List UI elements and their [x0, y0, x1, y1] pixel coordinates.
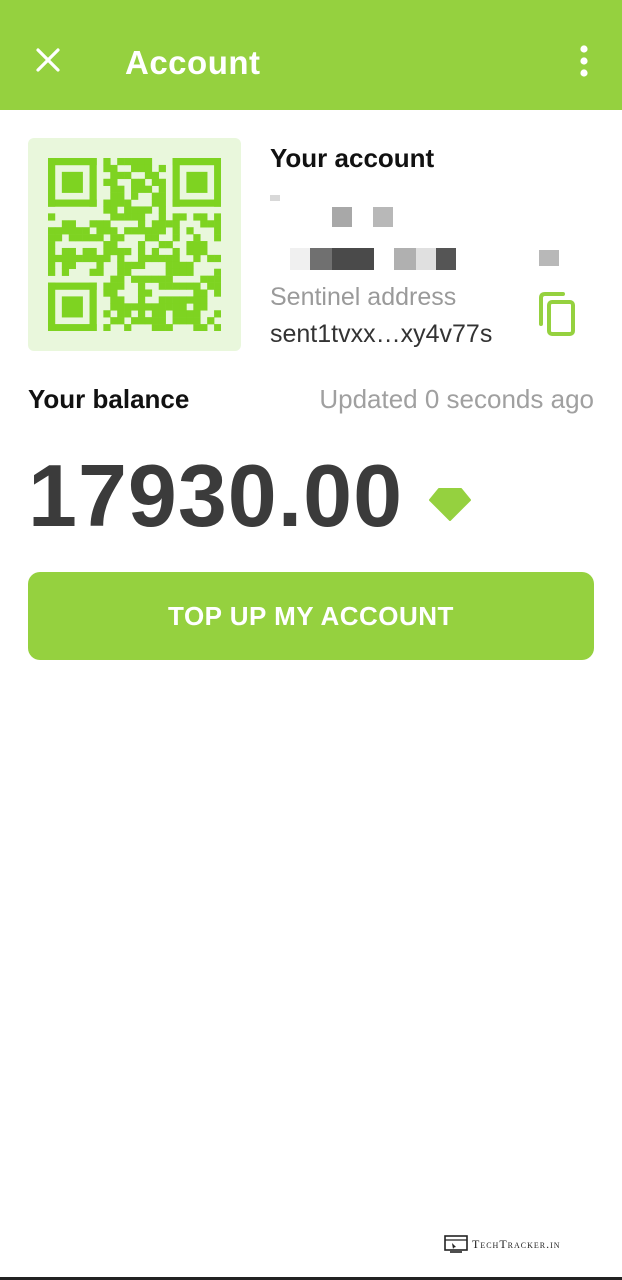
- gem-icon: [429, 488, 471, 521]
- watermark: TechTracker.in: [444, 1234, 561, 1254]
- close-icon: [36, 48, 60, 72]
- monitor-icon: [444, 1235, 468, 1253]
- account-heading: Your account: [270, 143, 435, 173]
- more-vertical-icon: [580, 45, 588, 77]
- copy-address-button[interactable]: [535, 290, 579, 338]
- balance-label: Your balance: [28, 384, 190, 414]
- balance-amount: 17930.00: [28, 446, 404, 545]
- qr-code: [48, 158, 221, 331]
- address-value: sent1tvxx…xy4v77s: [270, 320, 493, 348]
- watermark-text: TechTracker.in: [472, 1236, 561, 1251]
- qr-code-card: [28, 138, 241, 351]
- redacted-account-name: [270, 195, 570, 275]
- top-up-button[interactable]: TOP UP MY ACCOUNT: [28, 572, 594, 660]
- page-title: Account: [125, 44, 261, 81]
- more-options-button[interactable]: [574, 44, 594, 78]
- app-bar: Account: [0, 0, 622, 110]
- copy-icon: [539, 292, 575, 336]
- close-button[interactable]: [30, 42, 66, 78]
- address-label: Sentinel address: [270, 283, 457, 311]
- balance-updated-text: Updated 0 seconds ago: [319, 384, 594, 414]
